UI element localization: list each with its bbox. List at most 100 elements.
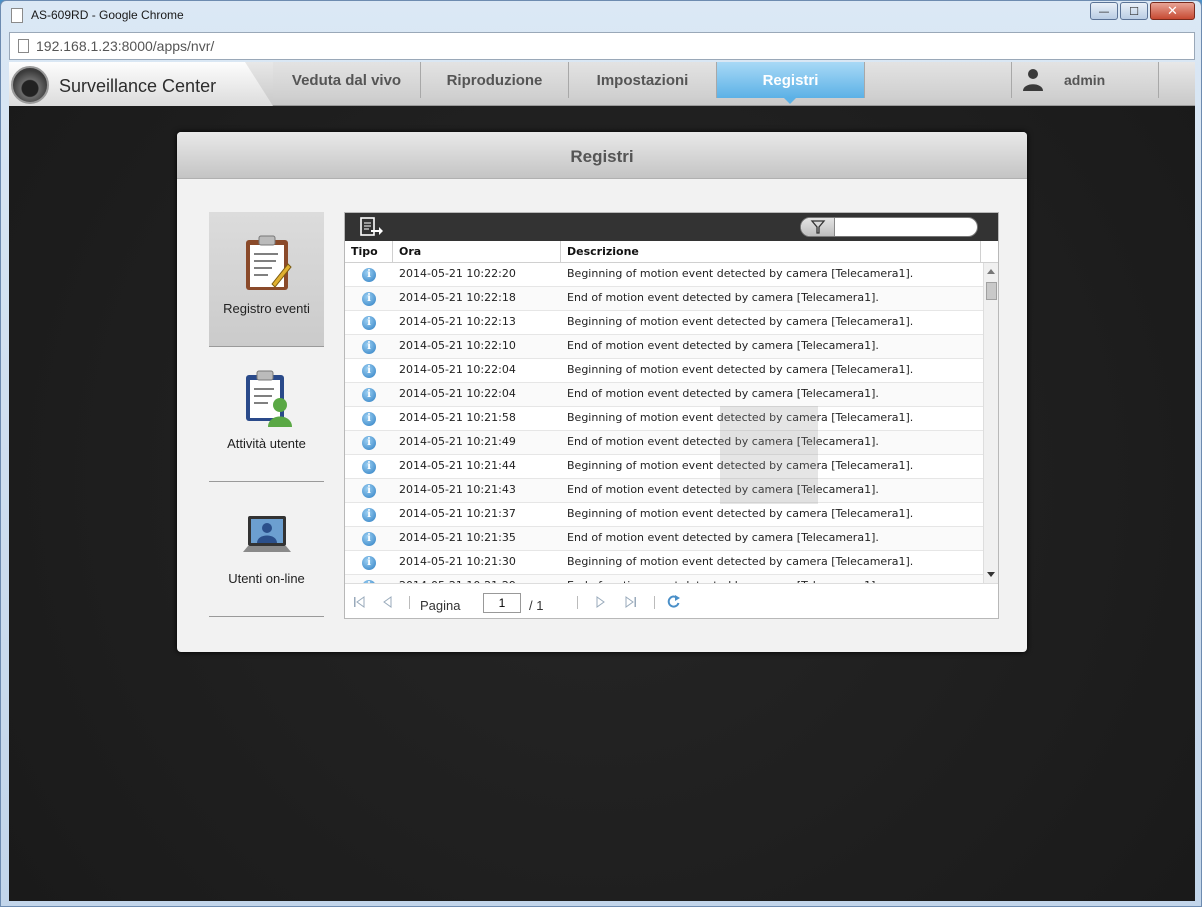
column-header-time[interactable]: Ora (393, 241, 561, 263)
filter-icon (810, 220, 826, 234)
info-icon: i (362, 268, 376, 282)
event-log-grid: Tipo Ora Descrizione i 2014-05-21 10:22:2… (344, 212, 999, 619)
maximize-button[interactable]: ☐ (1120, 2, 1148, 20)
tab-logs[interactable]: Registri (717, 62, 865, 104)
scroll-up-icon[interactable] (987, 269, 995, 274)
minimize-button[interactable]: — (1090, 2, 1118, 20)
description-cell: End of motion event detected by camera [… (567, 339, 879, 352)
info-icon: i (362, 484, 376, 498)
refresh-icon[interactable] (666, 594, 681, 609)
filter-button[interactable] (801, 218, 835, 236)
user-name: admin (1064, 72, 1106, 88)
app-title: Surveillance Center (59, 76, 217, 96)
url-text[interactable]: 192.168.1.23:8000/apps/nvr/ (36, 38, 214, 54)
browser-window: AS-609RD - Google Chrome — ☐ ✕ 192.168.1… (0, 0, 1202, 907)
type-cell: i (345, 311, 393, 335)
type-cell: i (345, 431, 393, 455)
page-total: / 1 (529, 598, 544, 613)
tab-playback[interactable]: Riproduzione (421, 62, 569, 98)
filter-box (800, 217, 978, 237)
pager-separator (654, 596, 655, 609)
table-row[interactable]: i2014-05-21 10:21:29End of motion event … (345, 575, 983, 583)
next-page-icon[interactable] (595, 596, 607, 608)
pager: Pagina / 1 (345, 583, 998, 618)
vertical-scrollbar[interactable] (983, 263, 998, 583)
window-title: AS-609RD - Google Chrome (31, 8, 184, 22)
time-cell: 2014-05-21 10:21:44 (399, 459, 516, 472)
table-row[interactable]: i 2014-05-21 10:22:13 Beginning of motion … (345, 311, 983, 335)
table-row[interactable]: i 2014-05-21 10:22:20 Beginning of motion … (345, 263, 983, 287)
table-row[interactable]: i 2014-05-21 10:21:37 Beginning of motion … (345, 503, 983, 527)
type-cell: i (345, 575, 393, 583)
time-cell: 2014-05-21 10:22:04 (399, 387, 516, 400)
previous-page-icon[interactable] (381, 596, 393, 608)
sidebar-item-online-users[interactable]: Utenti on-line (209, 482, 324, 617)
tab-settings[interactable]: Impostazioni (569, 62, 717, 98)
info-icon: i (362, 388, 376, 402)
sidebar-item-label: Utenti on-line (228, 571, 305, 586)
online-users-icon (243, 516, 291, 552)
time-cell: 2014-05-21 10:21:58 (399, 411, 516, 424)
panel-header: Registri (177, 132, 1027, 179)
type-cell: i (345, 407, 393, 431)
user-menu[interactable]: admin (1011, 62, 1159, 98)
type-cell: i (345, 455, 393, 479)
filter-input[interactable] (837, 219, 971, 235)
info-icon: i (362, 556, 376, 570)
grid-header: Tipo Ora Descrizione (345, 241, 998, 263)
column-header-description[interactable]: Descrizione (561, 241, 981, 263)
log-category-sidebar: Registro eventi Attività utente Utenti o… (209, 212, 324, 617)
table-row[interactable]: i 2014-05-21 10:21:44 Beginning of motion … (345, 455, 983, 479)
tab-live-view[interactable]: Veduta dal vivo (273, 62, 421, 98)
info-icon: i (362, 364, 376, 378)
panel-title: Registri (570, 147, 634, 166)
page-number-input[interactable] (483, 593, 521, 613)
type-cell: i (345, 287, 393, 311)
table-row[interactable]: i 2014-05-21 10:21:58 Beginning of motion … (345, 407, 983, 431)
last-page-icon[interactable] (625, 596, 637, 608)
description-cell: End of motion event detected by camera [… (567, 531, 879, 544)
window-titlebar: AS-609RD - Google Chrome — ☐ ✕ (1, 1, 1201, 31)
info-icon: i (362, 460, 376, 474)
info-icon: i (362, 316, 376, 330)
scroll-thumb[interactable] (986, 282, 997, 300)
column-header-type[interactable]: Tipo (345, 241, 393, 263)
first-page-icon[interactable] (353, 596, 365, 608)
app-header: Surveillance Center Veduta dal vivo Ripr… (9, 62, 1195, 106)
scroll-down-icon[interactable] (987, 572, 995, 577)
table-row[interactable]: i 2014-05-21 10:21:49 End of motion event … (345, 431, 983, 455)
camera-logo-icon (11, 66, 49, 104)
export-icon[interactable] (359, 217, 383, 237)
table-row[interactable]: i 2014-05-21 10:22:18 End of motion event … (345, 287, 983, 311)
time-cell: 2014-05-21 10:21:43 (399, 483, 516, 496)
grid-toolbar (345, 213, 998, 241)
page-icon (11, 8, 23, 23)
user-activity-icon (246, 370, 292, 427)
time-cell: 2014-05-21 10:21:30 (399, 555, 516, 568)
table-row[interactable]: i 2014-05-21 10:22:04 Beginning of motion … (345, 359, 983, 383)
sidebar-item-event-log[interactable]: Registro eventi (209, 212, 324, 347)
description-cell: Beginning of motion event detected by ca… (567, 363, 914, 376)
sidebar-item-label: Attività utente (227, 436, 306, 451)
info-icon: i (362, 412, 376, 426)
time-cell: 2014-05-21 10:21:49 (399, 435, 516, 448)
grid-body: i 2014-05-21 10:22:20 Beginning of motion … (345, 263, 983, 583)
page-label: Pagina (420, 598, 461, 613)
table-row[interactable]: i 2014-05-21 10:21:43 End of motion event … (345, 479, 983, 503)
description-cell: End of motion event detected by camera [… (567, 387, 879, 400)
info-icon: i (362, 340, 376, 354)
close-button[interactable]: ✕ (1150, 2, 1195, 20)
address-bar[interactable]: 192.168.1.23:8000/apps/nvr/ (9, 32, 1195, 60)
pager-separator (409, 596, 410, 609)
sidebar-item-label: Registro eventi (223, 301, 310, 316)
sidebar-item-user-activity[interactable]: Attività utente (209, 347, 324, 482)
time-cell: 2014-05-21 10:22:20 (399, 267, 516, 280)
logs-panel: Registri Registro eventi Attività utente… (177, 132, 1027, 652)
time-cell: 2014-05-21 10:21:29 (393, 575, 561, 583)
table-row[interactable]: i 2014-05-21 10:21:30 Beginning of motion … (345, 551, 983, 575)
user-icon (1023, 69, 1043, 91)
table-row[interactable]: i 2014-05-21 10:21:35 End of motion event … (345, 527, 983, 551)
table-row[interactable]: i 2014-05-21 10:22:10 End of motion event … (345, 335, 983, 359)
time-cell: 2014-05-21 10:21:37 (399, 507, 516, 520)
table-row[interactable]: i 2014-05-21 10:22:04 End of motion event … (345, 383, 983, 407)
